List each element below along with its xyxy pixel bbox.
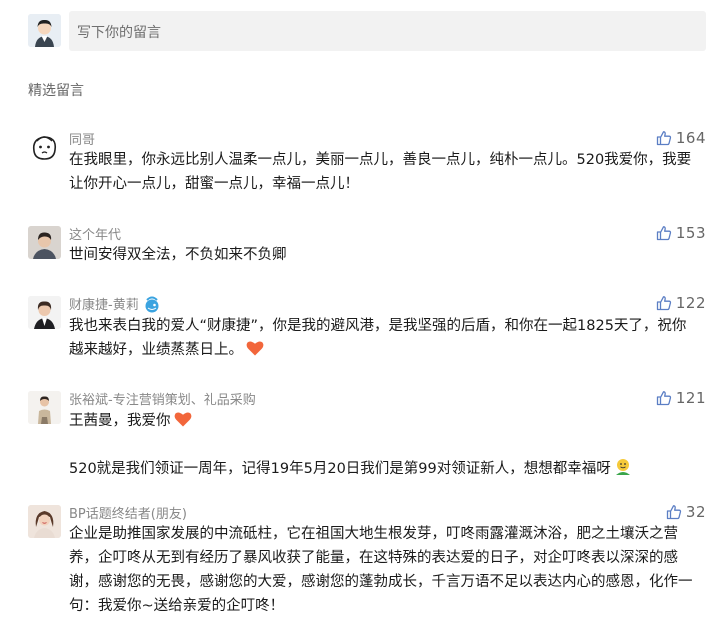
commenter-name: 张裕斌-专注营销策划、礼品采购: [69, 393, 256, 408]
comment-input[interactable]: 写下你的留言: [69, 11, 706, 51]
like-count: 32: [685, 503, 706, 521]
commenter-avatar: [28, 296, 61, 329]
thumbs-up-icon: [666, 505, 682, 520]
heart-emoji-icon: [246, 341, 264, 356]
comment-text: 在我眼里，你永远比别人温柔一点儿，美丽一点儿，善良一点儿，纯朴一点儿。520我爱…: [69, 148, 699, 196]
section-title: 精选留言: [28, 83, 84, 99]
comment-text: 我也来表白我的爱人“财康捷”，你是我的避风港，是我坚强的后盾，和你在一起1825…: [69, 314, 699, 362]
comment-paragraph-text: 我也来表白我的爱人“财康捷”，你是我的避风港，是我坚强的后盾，和你在一起1825…: [69, 318, 687, 358]
like-count: 164: [675, 129, 706, 147]
like-button[interactable]: 153: [656, 224, 706, 242]
happy-face-emoji-icon: [615, 459, 630, 475]
fish-emoji-icon: [145, 296, 159, 313]
comment-input-placeholder: 写下你的留言: [77, 25, 161, 41]
comment-paragraph: 企业是助推国家发展的中流砥柱，它在祖国大地生根发芽，叮咚雨露灌溉沐浴，肥之土壤沃…: [69, 526, 693, 614]
thumbs-up-icon: [656, 131, 671, 146]
commenter-name: BP话题终结者(朋友): [69, 507, 187, 522]
thumbs-up-icon: [656, 296, 671, 311]
like-count: 121: [675, 389, 706, 407]
thumbs-up-icon: [656, 226, 671, 241]
commenter-avatar: [28, 226, 61, 259]
like-count: 153: [675, 224, 706, 242]
commenter-avatar: [28, 131, 61, 164]
thumbs-up-icon: [656, 391, 671, 406]
like-button[interactable]: 122: [656, 294, 706, 312]
comment-text: 企业是助推国家发展的中流砥柱，它在祖国大地生根发芽，叮咚雨露灌溉沐浴，肥之土壤沃…: [69, 522, 699, 618]
commenter-name: 财康捷-黄莉: [69, 294, 161, 313]
commenter-avatar: [28, 505, 61, 538]
heart-emoji-icon: [174, 412, 191, 427]
comment-text: 世间安得双全法，不负如来不负卿: [69, 243, 699, 267]
commenter-avatar: [28, 391, 61, 424]
like-button[interactable]: 164: [656, 129, 706, 147]
like-button[interactable]: 32: [666, 503, 706, 521]
commenter-name: 这个年代: [69, 228, 122, 243]
comment-text: 王茜曼，我爱你 520就是我们领证一周年，记得19年5月20日我们是第99对领证…: [69, 409, 699, 481]
like-button[interactable]: 121: [656, 389, 706, 407]
like-count: 122: [675, 294, 706, 312]
comment-paragraph: 520就是我们领证一周年，记得19年5月20日我们是第99对领证新人，想想都幸福…: [69, 457, 699, 481]
comment-paragraph-text: 王茜曼，我爱你: [69, 413, 171, 429]
comment-paragraph: 我也来表白我的爱人“财康捷”，你是我的避风港，是我坚强的后盾，和你在一起1825…: [69, 314, 699, 362]
comment-paragraph: 在我眼里，你永远比别人温柔一点儿，美丽一点儿，善良一点儿，纯朴一点儿。520我爱…: [69, 152, 692, 192]
comment-paragraph-text: 520就是我们领证一周年，记得19年5月20日我们是第99对领证新人，想想都幸福…: [69, 461, 611, 477]
commenter-name: 同哥: [69, 133, 96, 148]
commenter-name-text: 财康捷-黄莉: [69, 298, 139, 313]
comment-paragraph: 世间安得双全法，不负如来不负卿: [69, 247, 287, 263]
user-avatar: [28, 14, 61, 47]
comment-input-row: 写下你的留言: [28, 11, 706, 51]
comment-paragraph: 王茜曼，我爱你: [69, 409, 699, 433]
